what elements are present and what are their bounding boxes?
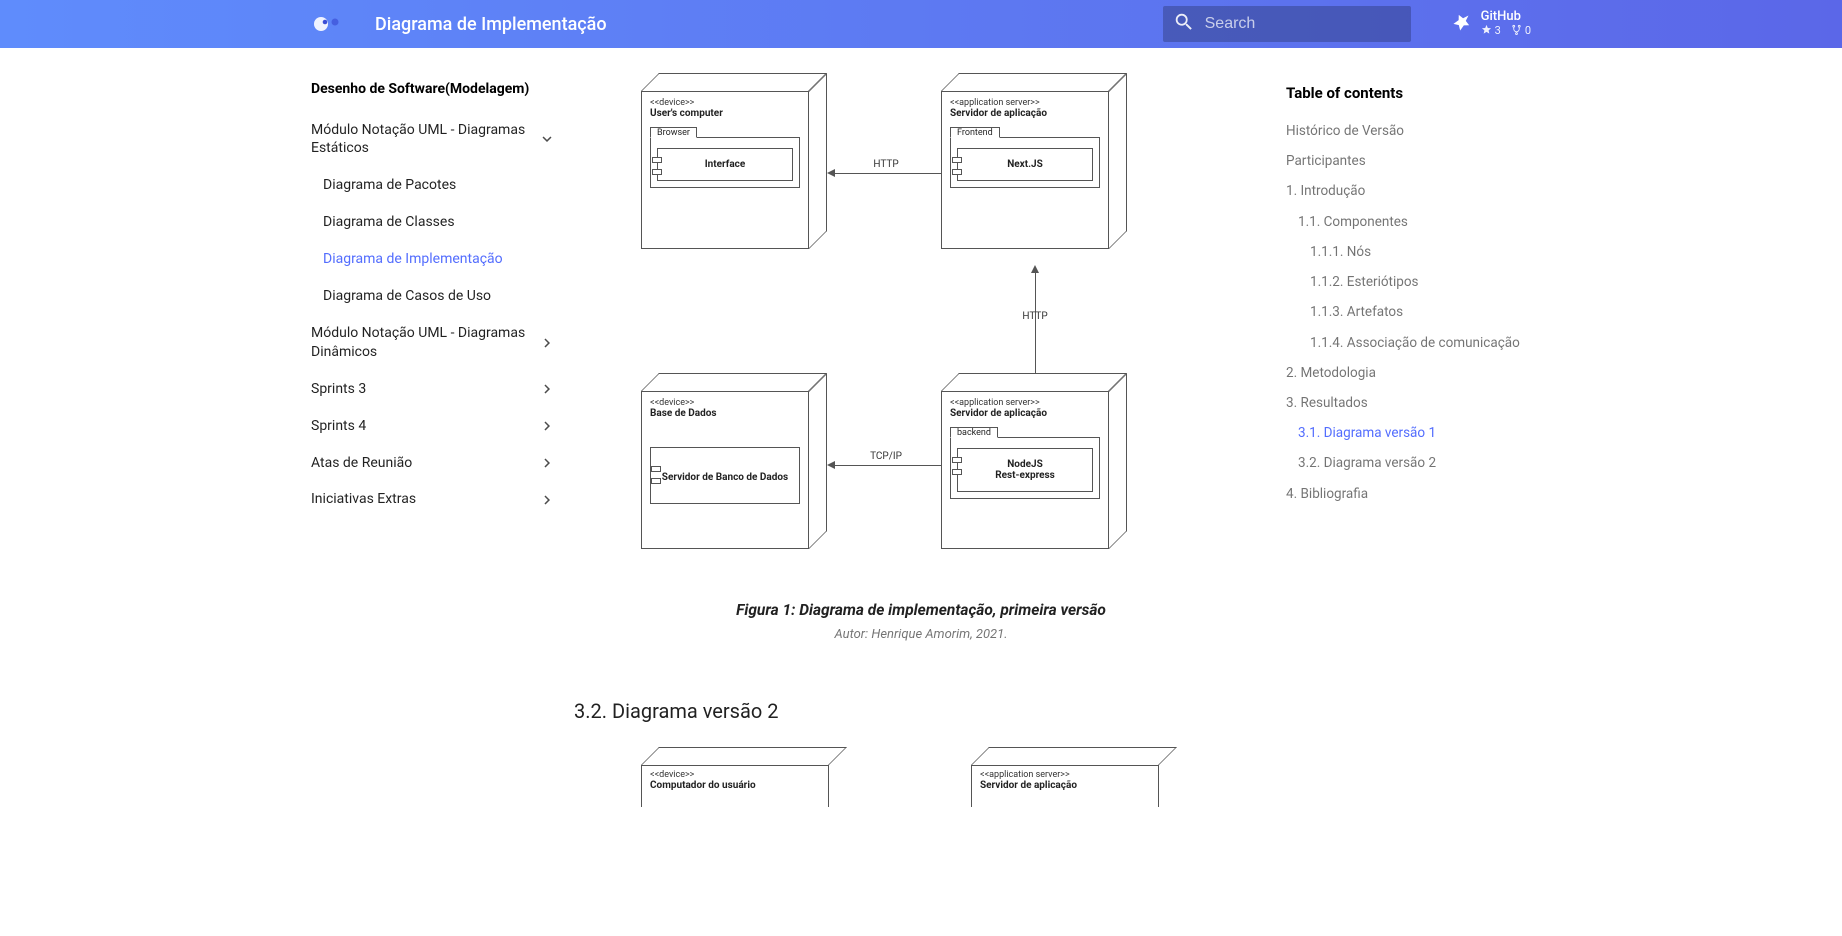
search-box[interactable] bbox=[1163, 6, 1411, 42]
toc-link[interactable]: 3.2. Diagrama versão 2 bbox=[1286, 448, 1531, 478]
sidebar-nav: Desenho de Software(Modelagem) Módulo No… bbox=[311, 72, 556, 807]
github-link[interactable]: GitHub 3 0 bbox=[1451, 10, 1531, 38]
github-icon bbox=[1451, 11, 1473, 37]
arrow-label-http-2: HTTP bbox=[1015, 311, 1055, 322]
toc-link[interactable]: 1. Introdução bbox=[1286, 176, 1531, 206]
toc-link[interactable]: Histórico de Versão bbox=[1286, 116, 1531, 146]
page-header: Diagrama de Implementação GitHub 3 0 bbox=[0, 0, 1842, 48]
figure-1-caption: Figura 1: Diagrama de implementação, pri… bbox=[575, 601, 1267, 619]
page-title: Diagrama de Implementação bbox=[375, 14, 1147, 35]
diagram-figure-2: <<device>> Computador do usuário <<appli… bbox=[611, 747, 1231, 807]
search-input[interactable] bbox=[1205, 15, 1401, 33]
toc-link[interactable]: 4. Bibliografia bbox=[1286, 479, 1531, 509]
logo-icon bbox=[311, 12, 347, 36]
sidebar-item[interactable]: Diagrama de Classes bbox=[311, 204, 556, 241]
toc-title: Table of contents bbox=[1286, 84, 1531, 102]
uml-node-user-computer: <<device>> User's computer Browser Inter… bbox=[641, 73, 821, 248]
toc-link[interactable]: 1.1.2. Esteriótipos bbox=[1286, 267, 1531, 297]
section-heading-3-2: 3.2. Diagrama versão 2 bbox=[574, 699, 1268, 723]
arrow-label-http-1: HTTP bbox=[861, 159, 911, 170]
diagram-figure-1: <<device>> User's computer Browser Inter… bbox=[574, 72, 1268, 643]
uml-node-database: <<device>> Base de Dados Servidor de Ban… bbox=[641, 373, 821, 548]
sidebar-item[interactable]: Diagrama de Casos de Uso bbox=[311, 278, 556, 315]
table-of-contents: Table of contents Histórico de VersãoPar… bbox=[1286, 72, 1531, 807]
sidebar-group[interactable]: Módulo Notação UML - Diagramas Dinâmicos bbox=[311, 315, 556, 371]
github-repo-name: GitHub bbox=[1481, 10, 1531, 24]
toc-link[interactable]: 2. Metodologia bbox=[1286, 358, 1531, 388]
arrow-label-tcpip: TCP/IP bbox=[861, 451, 911, 462]
sidebar-group[interactable]: Módulo Notação UML - Diagramas Estáticos bbox=[311, 112, 556, 168]
star-icon bbox=[1481, 24, 1492, 38]
figure-1-author: Autor: Henrique Amorim, 2021. bbox=[575, 627, 1267, 642]
sidebar-group[interactable]: Atas de Reunião bbox=[311, 445, 556, 482]
main-content: <<device>> User's computer Browser Inter… bbox=[574, 72, 1268, 807]
toc-link[interactable]: 1.1.3. Artefatos bbox=[1286, 297, 1531, 327]
sidebar-item[interactable]: Diagrama de Implementação bbox=[311, 241, 556, 278]
toc-link[interactable]: 1.1.4. Associação de comunicação bbox=[1286, 328, 1531, 358]
fork-icon bbox=[1511, 24, 1522, 38]
toc-link[interactable]: 3.1. Diagrama versão 1 bbox=[1286, 418, 1531, 448]
github-forks: 0 bbox=[1525, 25, 1531, 37]
toc-link[interactable]: 1.1.1. Nós bbox=[1286, 237, 1531, 267]
uml-node-app-server-frontend: <<application server>> Servidor de aplic… bbox=[941, 73, 1121, 248]
sidebar-group[interactable]: Sprints 3 bbox=[311, 371, 556, 408]
sidebar-group[interactable]: Iniciativas Extras bbox=[311, 481, 556, 518]
toc-link[interactable]: Participantes bbox=[1286, 146, 1531, 176]
toc-link[interactable]: 1.1. Componentes bbox=[1286, 207, 1531, 237]
github-stars: 3 bbox=[1495, 25, 1501, 37]
sidebar-section-title: Desenho de Software(Modelagem) bbox=[311, 80, 556, 112]
uml-node-app-server-backend: <<application server>> Servidor de aplic… bbox=[941, 373, 1121, 548]
search-icon bbox=[1173, 11, 1195, 37]
toc-link[interactable]: 3. Resultados bbox=[1286, 388, 1531, 418]
sidebar-group[interactable]: Sprints 4 bbox=[311, 408, 556, 445]
sidebar-item[interactable]: Diagrama de Pacotes bbox=[311, 167, 556, 204]
